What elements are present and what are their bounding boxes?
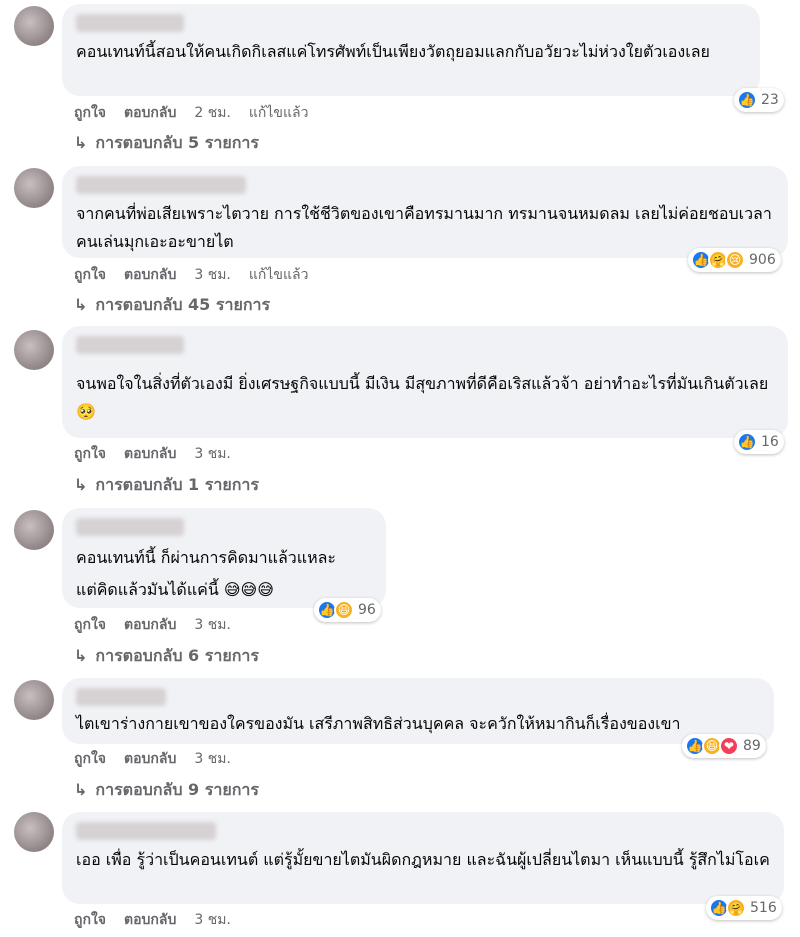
love-reaction-icon: ❤ <box>719 736 739 756</box>
like-button[interactable]: ถูกใจ <box>74 443 106 465</box>
like-reaction-icon: 👍 <box>737 432 757 452</box>
reply-arrow-icon: ↳ <box>74 295 88 314</box>
comment-bubble: เออ เพื่อ รู้ว่าเป็นคอนเทนต์ แต่รู้มั้ยข… <box>62 812 784 904</box>
reaction-summary[interactable]: 👍 🤗 516 <box>706 896 782 920</box>
comment-actions: ถูกใจ ตอบกลับ 3 ชม. <box>74 614 231 636</box>
timestamp[interactable]: 3 ชม. <box>194 614 231 636</box>
haha-reaction-icon: 😆 <box>334 600 354 620</box>
author-name-redacted[interactable] <box>76 688 166 706</box>
comment-bubble: จนพอใจในสิ่งที่ตัวเองมี ยิ่งเศรษฐกิจแบบน… <box>62 326 788 438</box>
like-button[interactable]: ถูกใจ <box>74 748 106 770</box>
comment-text: คอนเทนท์นี้สอนให้คนเกิดกิเลสแค่โทรศัพท์เ… <box>76 42 710 61</box>
timestamp[interactable]: 3 ชม. <box>194 264 231 286</box>
comment-actions: ถูกใจ ตอบกลับ 3 ชม. <box>74 748 231 770</box>
reaction-summary[interactable]: 👍 🤗 😢 906 <box>688 248 781 272</box>
author-name-redacted[interactable] <box>76 518 184 536</box>
author-name-redacted[interactable] <box>76 336 184 354</box>
replies-count-label: การตอบกลับ 5 รายการ <box>95 133 259 152</box>
reaction-count: 906 <box>749 252 776 268</box>
like-reaction-icon: 👍 <box>737 90 757 110</box>
reply-arrow-icon: ↳ <box>74 646 88 665</box>
comment-actions: ถูกใจ ตอบกลับ 3 ชม. แก้ไขแล้ว <box>74 264 308 286</box>
reaction-summary[interactable]: 👍 16 <box>734 430 784 454</box>
edited-label: แก้ไขแล้ว <box>248 267 309 283</box>
avatar[interactable] <box>14 6 54 46</box>
reply-arrow-icon: ↳ <box>74 475 88 494</box>
reply-arrow-icon: ↳ <box>74 133 88 152</box>
reply-button[interactable]: ตอบกลับ <box>124 748 176 770</box>
reaction-summary[interactable]: 👍 😆 96 <box>314 598 381 622</box>
reply-button[interactable]: ตอบกลับ <box>124 102 176 124</box>
reaction-count: 23 <box>761 92 779 108</box>
avatar[interactable] <box>14 812 54 852</box>
care-reaction-icon: 🤗 <box>726 898 746 918</box>
reaction-count: 516 <box>750 900 777 916</box>
view-replies-link[interactable]: ↳ การตอบกลับ 5 รายการ <box>74 131 259 156</box>
timestamp[interactable]: 2 ชม. <box>194 102 231 124</box>
comment-text: จากคนที่พ่อเสียเพราะไตวาย การใช้ชีวิตของ… <box>76 204 772 251</box>
reaction-summary[interactable]: 👍 23 <box>734 88 784 112</box>
reply-arrow-icon: ↳ <box>74 780 88 799</box>
comment-bubble: คอนเทนท์นี้ ก็ผ่านการคิดมาแล้วแหละ แต่คิ… <box>62 508 386 608</box>
like-button[interactable]: ถูกใจ <box>74 909 106 931</box>
view-replies-link[interactable]: ↳ การตอบกลับ 9 รายการ <box>74 778 259 803</box>
reply-button[interactable]: ตอบกลับ <box>124 443 176 465</box>
like-button[interactable]: ถูกใจ <box>74 102 106 124</box>
author-name-redacted[interactable] <box>76 176 246 194</box>
view-replies-link[interactable]: ↳ การตอบกลับ 6 รายการ <box>74 644 259 669</box>
reply-button[interactable]: ตอบกลับ <box>124 614 176 636</box>
avatar[interactable] <box>14 680 54 720</box>
reaction-count: 96 <box>358 602 376 618</box>
avatar[interactable] <box>14 510 54 550</box>
comment-bubble: ไตเขาร่างกายเขาของใครของมัน เสรีภาพสิทธิ… <box>62 678 774 744</box>
reaction-count: 89 <box>743 738 761 754</box>
author-name-redacted[interactable] <box>76 14 184 32</box>
timestamp[interactable]: 3 ชม. <box>194 909 231 931</box>
like-button[interactable]: ถูกใจ <box>74 264 106 286</box>
edited-label: แก้ไขแล้ว <box>248 105 309 121</box>
comment-actions: ถูกใจ ตอบกลับ 2 ชม. แก้ไขแล้ว <box>74 102 308 124</box>
view-replies-link[interactable]: ↳ การตอบกลับ 45 รายการ <box>74 293 270 318</box>
avatar[interactable] <box>14 168 54 208</box>
view-replies-link[interactable]: ↳ การตอบกลับ 1 รายการ <box>74 473 259 498</box>
reply-button[interactable]: ตอบกลับ <box>124 909 176 931</box>
avatar[interactable] <box>14 330 54 370</box>
like-button[interactable]: ถูกใจ <box>74 614 106 636</box>
replies-count-label: การตอบกลับ 6 รายการ <box>95 646 259 665</box>
comment-text: ไตเขาร่างกายเขาของใครของมัน เสรีภาพสิทธิ… <box>76 714 681 733</box>
comment-actions: ถูกใจ ตอบกลับ 3 ชม. <box>74 909 231 931</box>
sad-reaction-icon: 😢 <box>725 250 745 270</box>
reaction-summary[interactable]: 👍 😆 ❤ 89 <box>682 734 766 758</box>
timestamp[interactable]: 3 ชม. <box>194 443 231 465</box>
reaction-count: 16 <box>761 434 779 450</box>
replies-count-label: การตอบกลับ 1 รายการ <box>95 475 259 494</box>
comment-bubble: จากคนที่พ่อเสียเพราะไตวาย การใช้ชีวิตของ… <box>62 166 788 258</box>
replies-count-label: การตอบกลับ 45 รายการ <box>95 295 271 314</box>
replies-count-label: การตอบกลับ 9 รายการ <box>95 780 259 799</box>
author-name-redacted[interactable] <box>76 822 216 840</box>
comment-text: เออ เพื่อ รู้ว่าเป็นคอนเทนต์ แต่รู้มั้ยข… <box>76 850 770 869</box>
comment-actions: ถูกใจ ตอบกลับ 3 ชม. <box>74 443 231 465</box>
comment-text: จนพอใจในสิ่งที่ตัวเองมี ยิ่งเศรษฐกิจแบบน… <box>76 374 769 421</box>
comment-bubble: คอนเทนท์นี้สอนให้คนเกิดกิเลสแค่โทรศัพท์เ… <box>62 4 760 96</box>
reply-button[interactable]: ตอบกลับ <box>124 264 176 286</box>
timestamp[interactable]: 3 ชม. <box>194 748 231 770</box>
comment-text: คอนเทนท์นี้ ก็ผ่านการคิดมาแล้วแหละ แต่คิ… <box>76 548 337 599</box>
